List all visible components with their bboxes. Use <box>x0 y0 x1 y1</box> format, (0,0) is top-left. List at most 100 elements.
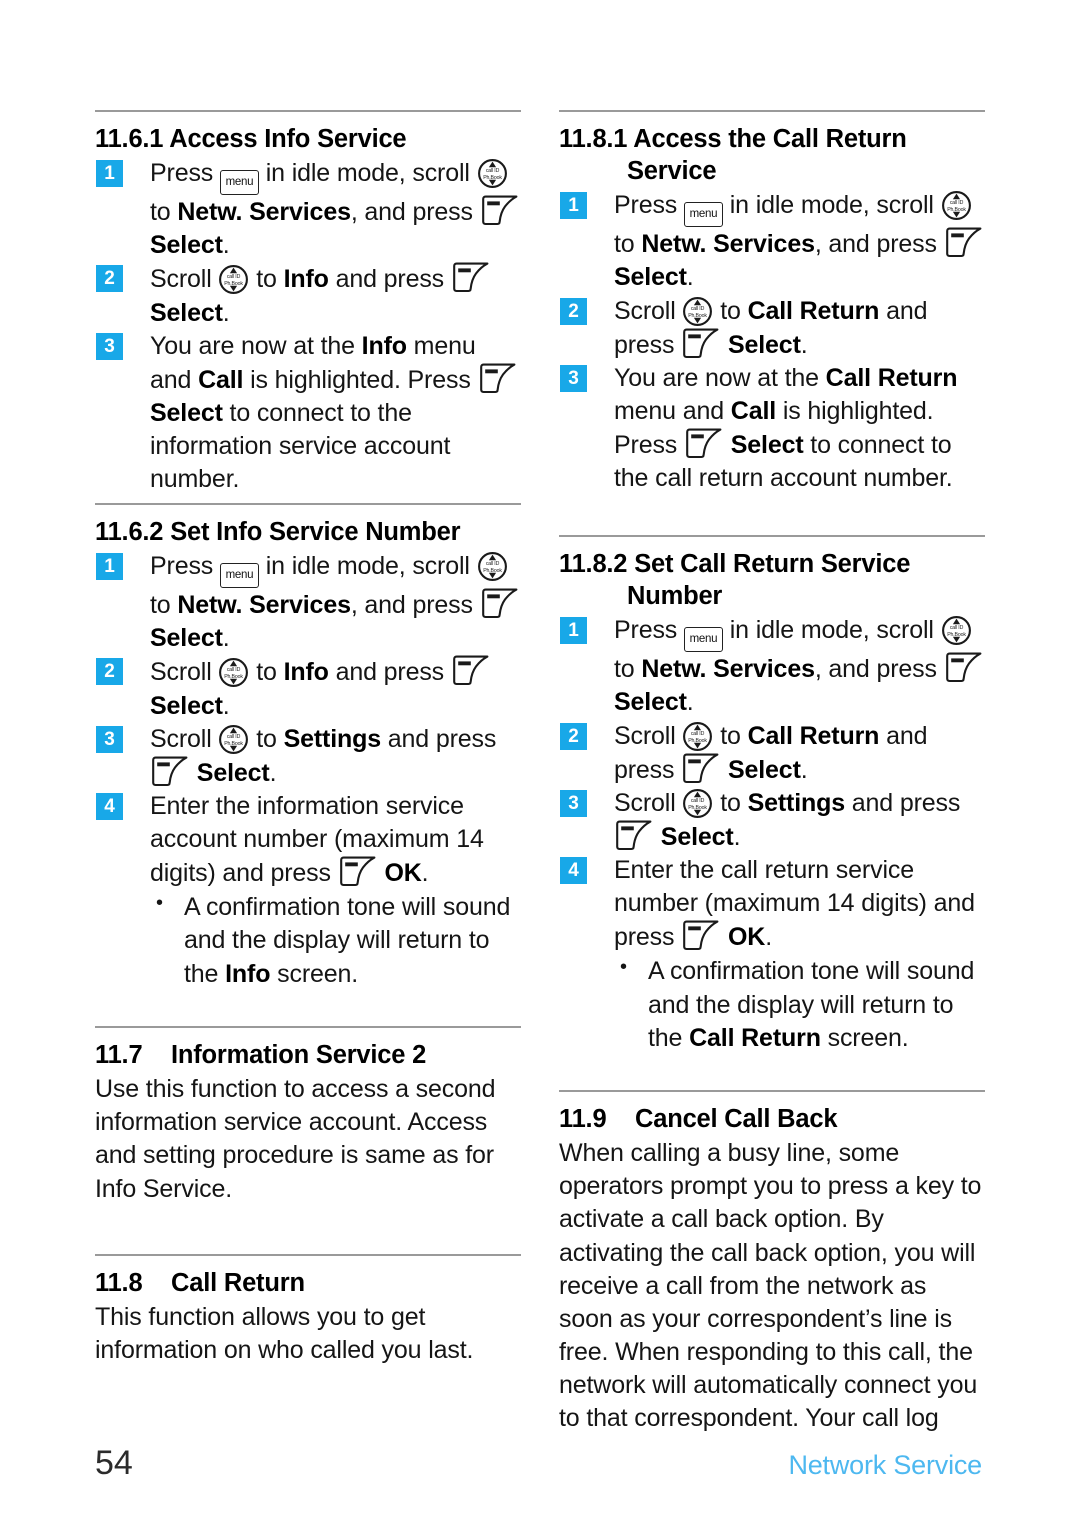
section-title: Cancel Call Back <box>635 1105 838 1133</box>
svg-text:Ph.Book: Ph.Book <box>483 568 502 574</box>
soft-key-icon <box>150 756 190 790</box>
step-item: 2 Scroll call ID Ph.Book to Info and press… <box>95 655 521 722</box>
svg-text:call ID: call ID <box>691 731 705 737</box>
svg-text:call ID: call ID <box>949 625 963 631</box>
step-number-badge: 3 <box>560 364 587 392</box>
svg-text:Ph.Book: Ph.Book <box>689 805 708 811</box>
step-text: Scroll call ID Ph.Book to Info and press … <box>150 655 491 720</box>
step-item: 3 You are now at the Info menu and Call i… <box>95 330 521 497</box>
section-heading: 11.8 Call Return <box>95 1267 521 1299</box>
manual-page: 11.6.1 Access Info Service 1 Press menu i… <box>0 0 1080 1525</box>
section-number: 11.8.1 <box>559 125 628 153</box>
step-text: Enter the information service account nu… <box>150 792 484 887</box>
step-item: 4 Enter the information service account n… <box>95 790 521 991</box>
section-number: 11.7 <box>95 1041 143 1069</box>
soft-key-icon <box>480 195 520 229</box>
soft-key-icon <box>681 753 721 787</box>
section-number: 11.8.2 <box>559 550 628 578</box>
step-text: You are now at the Info menu and Call is… <box>150 331 518 493</box>
emphasis-text: Select <box>721 755 801 784</box>
soft-key-icon <box>681 328 721 362</box>
section-11-8-1: 11.8.1 Access the Call Return Service 1P… <box>559 110 985 495</box>
section-title: Call Return <box>171 1269 305 1297</box>
emphasis-text: Select <box>150 231 223 260</box>
navigation-key-icon: call ID Ph.Book <box>682 296 713 327</box>
step-number-badge: 1 <box>96 553 123 581</box>
navigation-key-icon: call ID Ph.Book <box>218 264 249 295</box>
emphasis-text: Info <box>283 658 329 687</box>
section-title: Information Service 2 <box>171 1041 427 1069</box>
step-bullet: A confirmation tone will sound and the d… <box>150 890 521 990</box>
emphasis-text: Select <box>150 398 223 427</box>
emphasis-text: Select <box>150 298 223 327</box>
step-item: 1 Press menu in idle mode, scroll call ID… <box>559 189 985 294</box>
navigation-key-icon: call ID Ph.Book <box>218 657 249 688</box>
section-title: Set Info Service Number <box>170 518 461 546</box>
svg-text:Ph.Book: Ph.Book <box>225 741 244 747</box>
emphasis-text: Select <box>723 431 804 459</box>
section-heading: 11.8.1 Access the Call Return Service <box>559 123 985 187</box>
soft-key-icon <box>478 363 518 397</box>
step-number-badge: 1 <box>96 160 123 188</box>
section-heading: 11.7 Information Service 2 <box>95 1039 521 1071</box>
navigation-key-icon: call ID Ph.Book <box>941 615 972 646</box>
step-number-badge: 4 <box>96 792 123 820</box>
emphasis-text: Call <box>198 365 244 394</box>
emphasis-text: Netw. Services <box>641 655 815 684</box>
navigation-key-icon: call ID Ph.Book <box>477 551 508 582</box>
step-text: You are now at the Call Return menu and … <box>614 363 958 493</box>
step-text: Scroll call ID Ph.Book to Settings and pr… <box>150 725 496 787</box>
step-text: Scroll call ID Ph.Book to Call Return and… <box>614 297 927 359</box>
section-title-line2: Number <box>627 582 723 611</box>
step-item: 1 Press menu in idle mode, scroll call ID… <box>95 157 521 262</box>
step-item: 2 Scroll call ID Ph.Book to Info and press… <box>95 262 521 329</box>
svg-text:Ph.Book: Ph.Book <box>947 207 966 213</box>
emphasis-text: Call Return <box>689 1023 821 1052</box>
section-number: 11.6.1 <box>95 125 164 153</box>
step-text: Scroll call ID Ph.Book to Call Return and… <box>614 722 927 784</box>
footer-chapter-label: Network Service <box>788 1450 982 1480</box>
section-heading: 11.9 Cancel Call Back <box>559 1103 985 1135</box>
section-title: Access the Call Return <box>633 125 907 153</box>
step-number-badge: 2 <box>560 297 587 325</box>
emphasis-text: Select <box>721 330 801 359</box>
emphasis-text: Select <box>190 758 270 787</box>
emphasis-text: Call Return <box>747 721 880 750</box>
soft-key-icon <box>944 652 984 686</box>
emphasis-text: Call Return <box>825 363 958 392</box>
svg-text:Ph.Book: Ph.Book <box>225 674 244 680</box>
emphasis-text: OK <box>377 859 422 888</box>
step-text: Scroll call ID Ph.Book to Info and press … <box>150 262 491 327</box>
navigation-key-icon: call ID Ph.Book <box>682 721 713 752</box>
svg-text:Ph.Book: Ph.Book <box>689 738 708 744</box>
soft-key-icon <box>451 262 491 296</box>
emphasis-text: Select <box>150 691 223 720</box>
step-item: 3 Scroll call ID Ph.Book to Settings and p… <box>95 723 521 790</box>
section-paragraph: When calling a busy line, some operators… <box>559 1139 982 1433</box>
step-item: 2 Scroll call ID Ph.Book to Call Return an… <box>559 295 985 362</box>
section-11-8: 11.8 Call Return This function allows you… <box>95 1254 521 1367</box>
step-number-badge: 2 <box>96 265 123 293</box>
emphasis-text: Select <box>654 822 734 851</box>
menu-key-icon: menu <box>219 170 259 196</box>
emphasis-text: Netw. Services <box>177 591 351 620</box>
step-list: 1 Press menu in idle mode, scroll call ID… <box>95 550 521 991</box>
emphasis-text: Info <box>225 959 271 988</box>
soft-key-icon <box>614 820 654 854</box>
soft-key-icon <box>944 227 984 261</box>
step-item: 4 Enter the call return service number (m… <box>559 854 985 1055</box>
step-item: 1 Press menu in idle mode, scroll call ID… <box>95 550 521 655</box>
step-text: Press menu in idle mode, scroll call ID P… <box>614 191 984 291</box>
section-heading: 11.6.1 Access Info Service <box>95 123 521 155</box>
step-text: Scroll call ID Ph.Book to Settings and pr… <box>614 789 960 851</box>
navigation-key-icon: call ID Ph.Book <box>218 724 249 755</box>
emphasis-text: Settings <box>747 788 846 817</box>
section-11-7: 11.7 Information Service 2 Use this funct… <box>95 1026 521 1206</box>
step-item: 3 You are now at the Call Return menu and… <box>559 362 985 496</box>
step-number-badge: 1 <box>560 192 587 220</box>
section-title-line2: Service <box>627 157 717 186</box>
navigation-key-icon: call ID Ph.Book <box>477 158 508 189</box>
section-title: Access Info Service <box>169 125 407 153</box>
svg-text:call ID: call ID <box>949 200 963 206</box>
emphasis-text: Info <box>361 331 407 360</box>
